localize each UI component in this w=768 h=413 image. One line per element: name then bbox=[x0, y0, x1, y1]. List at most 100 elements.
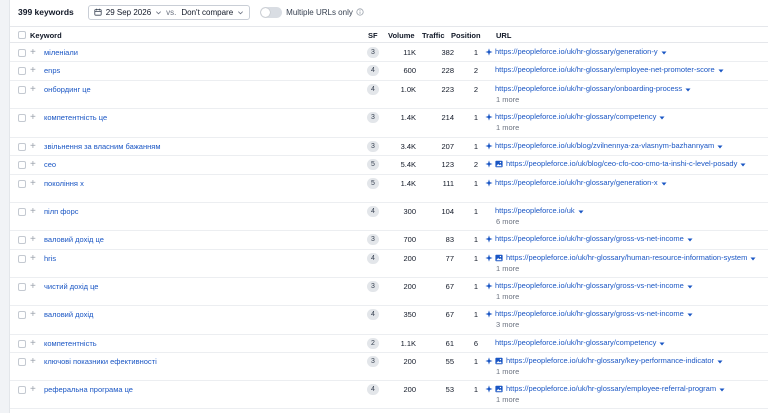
url-link[interactable]: https://peopleforce.io/uk/hr-glossary/hu… bbox=[506, 253, 747, 262]
url-dropdown-icon[interactable] bbox=[661, 49, 667, 55]
sf-badge[interactable]: 4 bbox=[367, 65, 379, 76]
add-keyword-icon[interactable]: + bbox=[30, 207, 36, 217]
url-link[interactable]: https://peopleforce.io/uk/hr-glossary/gr… bbox=[495, 234, 684, 243]
sf-badge[interactable]: 4 bbox=[367, 206, 379, 217]
add-keyword-icon[interactable]: + bbox=[30, 179, 36, 189]
url-link[interactable]: https://peopleforce.io/uk/hr-glossary/ke… bbox=[506, 356, 714, 365]
sf-badge[interactable]: 3 bbox=[367, 234, 379, 245]
keyword-link[interactable]: hris bbox=[44, 254, 56, 263]
row-checkbox[interactable] bbox=[18, 208, 26, 216]
url-link[interactable]: https://peopleforce.io/uk/hr-glossary/em… bbox=[506, 384, 716, 393]
keyword-link[interactable]: компетентність bbox=[44, 339, 97, 348]
col-volume[interactable]: Volume bbox=[388, 31, 415, 40]
more-urls-link[interactable]: 3 more bbox=[496, 320, 519, 329]
more-urls-link[interactable]: 1 more bbox=[496, 395, 519, 404]
url-dropdown-icon[interactable] bbox=[750, 255, 756, 261]
sf-badge[interactable]: 5 bbox=[367, 178, 379, 189]
col-url[interactable]: URL bbox=[496, 31, 511, 40]
url-dropdown-icon[interactable] bbox=[685, 86, 691, 92]
more-urls-link[interactable]: 1 more bbox=[496, 292, 519, 301]
keyword-link[interactable]: пілп форс bbox=[44, 207, 79, 216]
sf-badge[interactable]: 4 bbox=[367, 84, 379, 95]
add-keyword-icon[interactable]: + bbox=[30, 310, 36, 320]
url-dropdown-icon[interactable] bbox=[661, 180, 667, 186]
url-link[interactable]: https://peopleforce.io/uk/hr-glossary/co… bbox=[495, 338, 656, 347]
sf-badge[interactable]: 5 bbox=[367, 159, 379, 170]
url-dropdown-icon[interactable] bbox=[687, 283, 693, 289]
sf-badge[interactable]: 3 bbox=[367, 356, 379, 367]
sf-badge[interactable]: 3 bbox=[367, 141, 379, 152]
sf-badge[interactable]: 3 bbox=[367, 47, 379, 58]
url-dropdown-icon[interactable] bbox=[718, 67, 724, 73]
col-sf[interactable]: SF bbox=[368, 31, 378, 40]
url-link[interactable]: https://peopleforce.io/uk/hr-glossary/em… bbox=[495, 65, 715, 74]
url-dropdown-icon[interactable] bbox=[719, 386, 725, 392]
row-checkbox[interactable] bbox=[18, 161, 26, 169]
info-icon[interactable] bbox=[356, 8, 364, 16]
row-checkbox[interactable] bbox=[18, 86, 26, 94]
keyword-link[interactable]: онбординг це bbox=[44, 85, 91, 94]
keyword-link[interactable]: чистий дохід це bbox=[44, 282, 98, 291]
more-urls-link[interactable]: 1 more bbox=[496, 123, 519, 132]
more-urls-link[interactable]: 1 more bbox=[496, 95, 519, 104]
multiple-urls-toggle[interactable] bbox=[260, 6, 283, 18]
keyword-link[interactable]: реферальна програма це bbox=[44, 385, 133, 394]
sf-badge[interactable]: 3 bbox=[367, 112, 379, 123]
keyword-link[interactable]: валовий дохід bbox=[44, 310, 93, 319]
sf-badge[interactable]: 3 bbox=[367, 281, 379, 292]
add-keyword-icon[interactable]: + bbox=[30, 254, 36, 264]
row-checkbox[interactable] bbox=[18, 283, 26, 291]
sf-badge[interactable]: 4 bbox=[367, 384, 379, 395]
url-link[interactable]: https://peopleforce.io/uk bbox=[495, 206, 575, 215]
url-dropdown-icon[interactable] bbox=[687, 311, 693, 317]
more-urls-link[interactable]: 6 more bbox=[496, 217, 519, 226]
select-all-checkbox[interactable] bbox=[18, 31, 26, 39]
add-keyword-icon[interactable]: + bbox=[30, 85, 36, 95]
row-checkbox[interactable] bbox=[18, 67, 26, 75]
url-link[interactable]: https://peopleforce.io/uk/hr-glossary/ge… bbox=[495, 178, 658, 187]
keyword-link[interactable]: звільнення за власним бажанням bbox=[44, 142, 160, 151]
add-keyword-icon[interactable]: + bbox=[30, 142, 36, 152]
col-keyword[interactable]: Keyword bbox=[30, 31, 62, 40]
row-checkbox[interactable] bbox=[18, 311, 26, 319]
sf-badge[interactable]: 4 bbox=[367, 253, 379, 264]
keyword-link[interactable]: ключові показники ефективності bbox=[44, 357, 157, 366]
url-dropdown-icon[interactable] bbox=[578, 208, 584, 214]
url-dropdown-icon[interactable] bbox=[717, 143, 723, 149]
url-dropdown-icon[interactable] bbox=[659, 340, 665, 346]
more-urls-link[interactable]: 1 more bbox=[496, 367, 519, 376]
row-checkbox[interactable] bbox=[18, 358, 26, 366]
url-dropdown-icon[interactable] bbox=[717, 358, 723, 364]
add-keyword-icon[interactable]: + bbox=[30, 339, 36, 349]
col-traffic[interactable]: Traffic bbox=[422, 31, 445, 40]
sf-badge[interactable]: 4 bbox=[367, 309, 379, 320]
url-link[interactable]: https://peopleforce.io/uk/blog/ceo-cfo-c… bbox=[506, 159, 737, 168]
keyword-link[interactable]: ceo bbox=[44, 160, 56, 169]
row-checkbox[interactable] bbox=[18, 114, 26, 122]
keyword-link[interactable]: покоління х bbox=[44, 179, 84, 188]
add-keyword-icon[interactable]: + bbox=[30, 282, 36, 292]
keyword-link[interactable]: міленіали bbox=[44, 48, 78, 57]
add-keyword-icon[interactable]: + bbox=[30, 160, 36, 170]
url-link[interactable]: https://peopleforce.io/uk/blog/zvilnenny… bbox=[495, 141, 714, 150]
url-link[interactable]: https://peopleforce.io/uk/hr-glossary/on… bbox=[495, 84, 682, 93]
more-urls-link[interactable]: 1 more bbox=[496, 264, 519, 273]
url-link[interactable]: https://peopleforce.io/uk/hr-glossary/gr… bbox=[495, 309, 684, 318]
url-link[interactable]: https://peopleforce.io/uk/hr-glossary/ge… bbox=[495, 47, 658, 56]
row-checkbox[interactable] bbox=[18, 340, 26, 348]
add-keyword-icon[interactable]: + bbox=[30, 385, 36, 395]
keyword-link[interactable]: компетентність це bbox=[44, 113, 107, 122]
row-checkbox[interactable] bbox=[18, 236, 26, 244]
add-keyword-icon[interactable]: + bbox=[30, 66, 36, 76]
keyword-link[interactable]: enps bbox=[44, 66, 60, 75]
add-keyword-icon[interactable]: + bbox=[30, 113, 36, 123]
url-dropdown-icon[interactable] bbox=[740, 161, 746, 167]
row-checkbox[interactable] bbox=[18, 386, 26, 394]
add-keyword-icon[interactable]: + bbox=[30, 357, 36, 367]
add-keyword-icon[interactable]: + bbox=[30, 235, 36, 245]
add-keyword-icon[interactable]: + bbox=[30, 48, 36, 58]
row-checkbox[interactable] bbox=[18, 180, 26, 188]
col-position[interactable]: Position bbox=[451, 31, 481, 40]
sf-badge[interactable]: 2 bbox=[367, 338, 379, 349]
url-dropdown-icon[interactable] bbox=[659, 114, 665, 120]
